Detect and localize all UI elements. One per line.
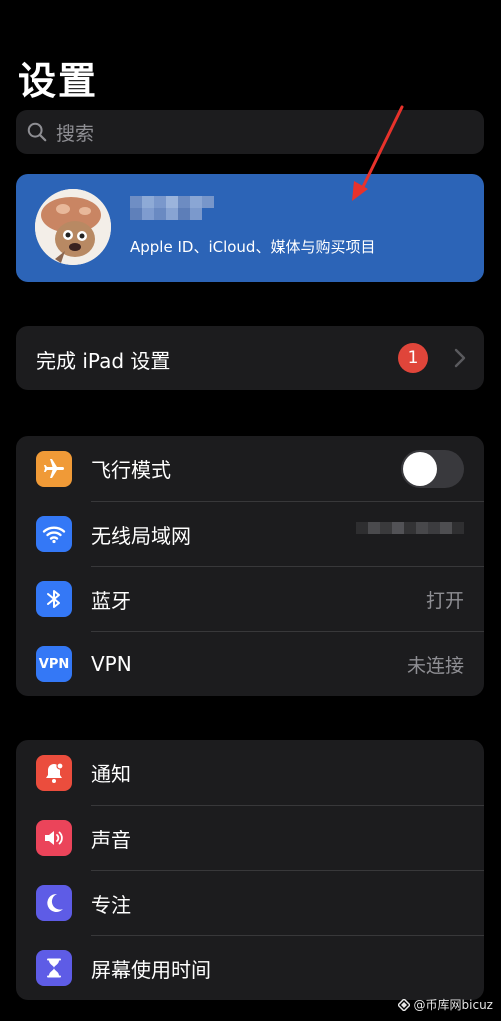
notifications-row[interactable]: 通知 <box>16 740 484 805</box>
blurred-name <box>130 196 214 208</box>
connectivity-group: 飞行模式 无线局域网 蓝牙 打开 VPN VPN 未连接 <box>16 436 484 696</box>
speaker-icon <box>36 820 72 856</box>
vpn-icon: VPN <box>36 646 72 682</box>
hourglass-icon <box>36 950 72 986</box>
search-field[interactable]: 搜索 <box>16 110 484 154</box>
finish-setup-row[interactable]: 完成 iPad 设置 1 <box>16 326 484 390</box>
page-title: 设置 <box>18 59 99 103</box>
finish-setup-label: 完成 iPad 设置 <box>36 349 171 373</box>
watermark-text: @币库网bicuz <box>413 998 493 1012</box>
blurred-name-row2 <box>130 208 202 220</box>
apple-id-card[interactable]: Apple ID、iCloud、媒体与购买项目 <box>16 174 484 282</box>
airplane-icon <box>36 451 72 487</box>
sounds-label: 声音 <box>91 827 131 852</box>
settings-screen: 设置 搜索 Apple ID、iCloud、媒体与购买项目 完成 iPad 设置… <box>0 0 501 1021</box>
bluetooth-status: 打开 <box>425 589 464 612</box>
notifications-group: 通知 声音 专注 屏幕使用时间 <box>16 740 484 1000</box>
moon-icon <box>36 885 72 921</box>
avatar <box>35 189 111 265</box>
bell-icon <box>36 755 72 791</box>
watermark: @币库网bicuz <box>397 996 493 1013</box>
airplane-mode-row[interactable]: 飞行模式 <box>16 436 484 501</box>
annotation-arrow <box>352 105 404 201</box>
vpn-row[interactable]: VPN VPN 未连接 <box>16 631 484 696</box>
bluetooth-row[interactable]: 蓝牙 打开 <box>16 566 484 631</box>
focus-label: 专注 <box>91 892 131 917</box>
sounds-row[interactable]: 声音 <box>16 805 484 870</box>
diamond-logo-icon <box>397 998 410 1011</box>
screen-time-label: 屏幕使用时间 <box>91 957 211 982</box>
vpn-status: 未连接 <box>406 654 464 677</box>
search-icon <box>27 122 47 142</box>
account-subtitle: Apple ID、iCloud、媒体与购买项目 <box>130 238 376 256</box>
focus-row[interactable]: 专注 <box>16 870 484 935</box>
wifi-icon <box>36 516 72 552</box>
airplane-mode-label: 飞行模式 <box>91 458 171 482</box>
airplane-mode-toggle[interactable] <box>401 450 464 488</box>
toggle-knob <box>403 452 437 486</box>
bluetooth-icon <box>36 581 72 617</box>
screen-time-row[interactable]: 屏幕使用时间 <box>16 935 484 1000</box>
chevron-right-icon <box>454 348 466 368</box>
bluetooth-label: 蓝牙 <box>91 588 131 613</box>
search-placeholder: 搜索 <box>56 122 95 145</box>
wifi-label: 无线局域网 <box>91 523 191 548</box>
notifications-label: 通知 <box>91 762 131 786</box>
wifi-row[interactable]: 无线局域网 <box>16 501 484 566</box>
notification-badge: 1 <box>398 343 428 373</box>
vpn-label: VPN <box>91 652 132 676</box>
setup-group: 完成 iPad 设置 1 <box>16 326 484 390</box>
blurred-wifi-name <box>356 522 464 534</box>
